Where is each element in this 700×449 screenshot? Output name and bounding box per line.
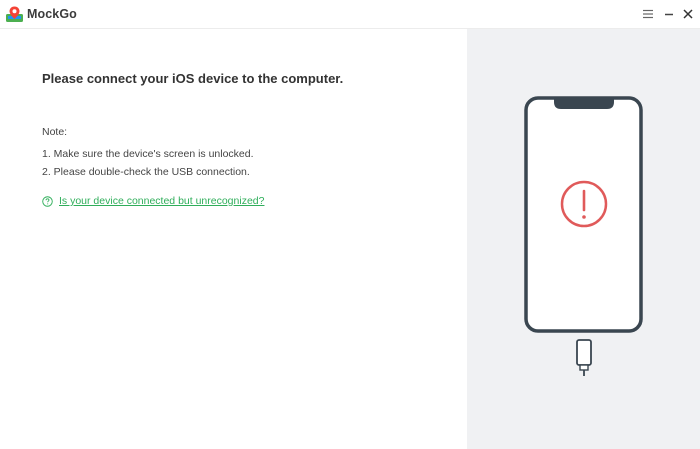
note-item: 2. Please double-check the USB connectio… (42, 166, 250, 178)
minimize-icon[interactable] (662, 7, 676, 21)
close-icon[interactable] (681, 7, 695, 21)
app-title: MockGo (27, 7, 77, 21)
app-window: MockGo Please connect your iOS device to… (0, 0, 700, 449)
phone-icon (524, 96, 643, 376)
note-title: Note: (42, 126, 68, 138)
map-pin-logo-icon (6, 6, 23, 22)
note-item: 1. Make sure the device's screen is unlo… (42, 148, 254, 160)
question-circle-icon (42, 195, 53, 207)
usb-cable-icon (576, 339, 592, 376)
unrecognized-device-help-link[interactable]: Is your device connected but unrecognize… (42, 195, 264, 207)
page-title: Please connect your iOS device to the co… (42, 71, 344, 86)
title-bar: MockGo (0, 0, 700, 29)
instructions-panel (0, 29, 467, 449)
help-link-text[interactable]: Is your device connected but unrecognize… (59, 195, 264, 207)
menu-icon[interactable] (641, 7, 655, 21)
